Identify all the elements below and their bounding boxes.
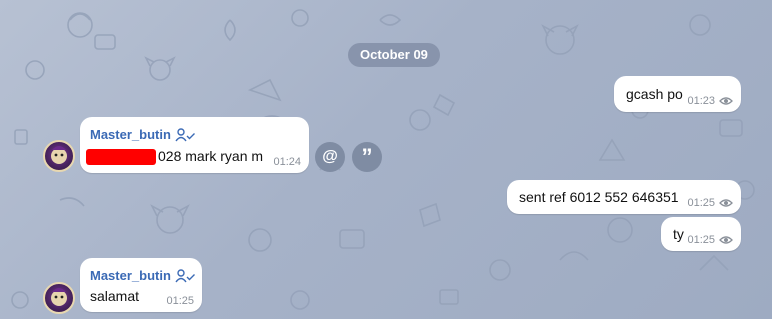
incoming-message[interactable]: Master_butin salamat 01:25 [80, 258, 202, 312]
outgoing-message[interactable]: sent ref 6012 552 646351 01:25 [507, 180, 741, 214]
message-meta: 01:23 [687, 95, 733, 107]
message-text: gcash po [626, 86, 683, 102]
avatar[interactable] [43, 140, 75, 172]
incoming-message[interactable]: Master_butin 028 mark ryan m 01:24 [80, 117, 309, 173]
eye-icon [719, 199, 733, 207]
message-time: 01:25 [166, 295, 194, 307]
message-text: ty [673, 226, 684, 242]
eye-icon [719, 97, 733, 105]
message-text: sent ref 6012 552 646351 [519, 189, 679, 205]
at-icon: @ [322, 148, 338, 165]
reply-quote-button[interactable]: ” [352, 142, 382, 172]
message-text: 028 mark ryan m [86, 148, 263, 166]
redaction-mark [86, 149, 156, 166]
outgoing-message[interactable]: ty 01:25 [661, 217, 741, 251]
message-text: salamat [90, 288, 140, 304]
avatar-image [51, 288, 67, 306]
date-separator: October 09 [348, 43, 440, 67]
eye-icon [719, 236, 733, 244]
verified-user-icon [175, 268, 195, 282]
verified-user-icon [175, 127, 195, 141]
message-time: 01:24 [273, 156, 301, 168]
sender-name[interactable]: Master_butin [90, 127, 195, 142]
message-time: 01:25 [687, 234, 715, 246]
message-time: 01:23 [687, 95, 715, 107]
sender-name[interactable]: Master_butin [90, 268, 195, 283]
avatar[interactable] [43, 282, 75, 314]
mention-button[interactable]: @ [315, 142, 345, 172]
quote-icon: ” [361, 144, 373, 169]
message-meta: 01:25 [687, 197, 733, 209]
message-meta: 01:25 [687, 234, 733, 246]
message-time: 01:25 [687, 197, 715, 209]
outgoing-message[interactable]: gcash po 01:23 [614, 76, 741, 112]
avatar-image [51, 146, 67, 164]
